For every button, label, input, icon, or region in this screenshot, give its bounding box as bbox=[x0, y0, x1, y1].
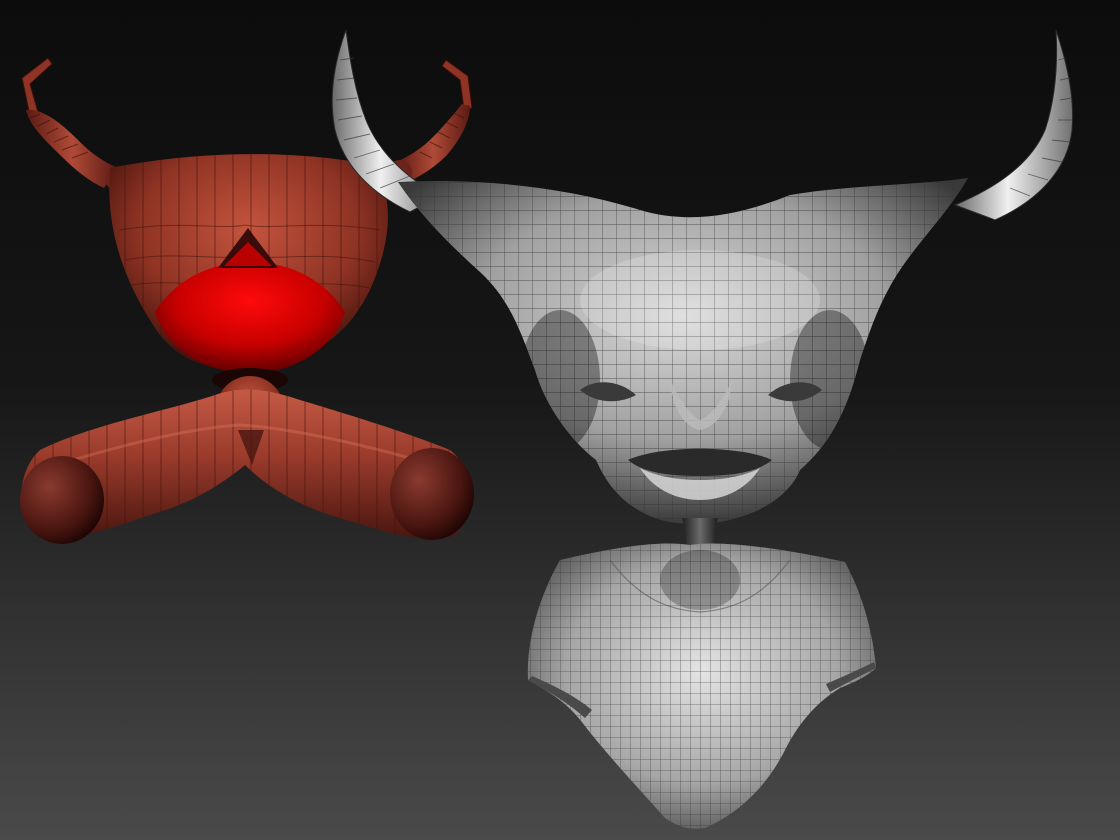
scene-canvas[interactable] bbox=[0, 0, 1120, 840]
zbrush-viewport[interactable] bbox=[0, 0, 1120, 840]
armature-right-foot bbox=[390, 448, 474, 540]
armature-left-foot bbox=[20, 456, 104, 544]
